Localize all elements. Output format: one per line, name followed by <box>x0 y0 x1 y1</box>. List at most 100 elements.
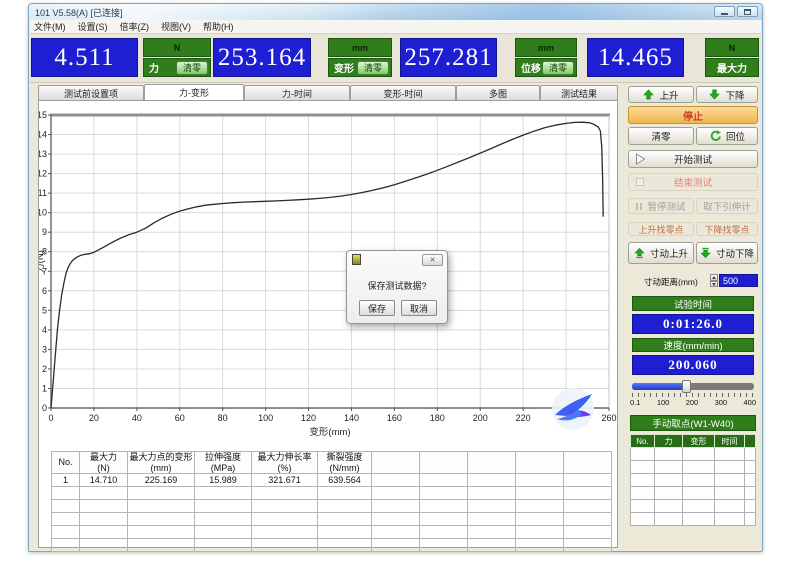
readout-toolbar: 4.511 N 力 清零 253.164 mm 变形 清零 257.281 mm… <box>30 34 761 83</box>
dialog-app-icon <box>352 254 361 265</box>
displacement-readout: 257.281 <box>400 38 497 77</box>
stop-button[interactable]: 停止 <box>628 106 758 124</box>
col-tensile-strength: 拉伸强度(MPa) <box>195 452 252 474</box>
end-test-button[interactable]: 结束测试 <box>628 173 758 191</box>
tabstrip: 测试前设置项 力-变形 力-时间 变形-时间 多图 测试结果 <box>38 84 618 100</box>
maximize-button[interactable] <box>737 6 758 17</box>
menu-view[interactable]: 视图(V) <box>161 20 191 33</box>
results-table: No. 最大力(N) 最大力点的变形(mm) 拉伸强度(MPa) 最大力伸长率(… <box>51 451 612 552</box>
svg-text:4: 4 <box>42 325 47 335</box>
jog-distance-stepper[interactable] <box>710 274 718 287</box>
max-force-label: 最大力 <box>717 60 747 75</box>
svg-text:20: 20 <box>89 413 99 423</box>
tab-test-results[interactable]: 测试结果 <box>540 85 618 100</box>
displacement-unit-box: mm 位移 清零 <box>515 38 577 77</box>
window-controls <box>714 6 758 17</box>
speed-slider[interactable] <box>632 383 754 390</box>
zero-button[interactable]: 清零 <box>628 127 694 145</box>
return-button[interactable]: 回位 <box>696 127 758 145</box>
jog-up-button[interactable]: 寸动上升 <box>628 242 694 264</box>
up-button[interactable]: 上升 <box>628 86 694 103</box>
empty-row <box>631 500 756 513</box>
dialog-close-button[interactable]: ✕ <box>422 254 443 266</box>
jog-distance-input[interactable]: 500 <box>719 274 758 287</box>
up-find-zero-button[interactable]: 上升找零点 <box>628 222 694 236</box>
down-arrow-icon <box>709 89 720 100</box>
svg-text:14: 14 <box>39 130 47 140</box>
result-row[interactable]: 1 14.710 225.169 15.989 321.671 639.564 <box>52 474 612 487</box>
slider-thumb[interactable] <box>682 380 691 393</box>
mini-col-force: 力 <box>655 435 683 448</box>
control-panel: 上升 下降 停止 清零 回位 开始测试 结束测试 暂停测试 取下引伸计 <box>622 84 762 548</box>
menu-help[interactable]: 帮助(H) <box>203 20 234 33</box>
svg-text:12: 12 <box>39 169 47 179</box>
menu-ratio[interactable]: 倍率(Z) <box>120 20 150 33</box>
tab-force-deformation[interactable]: 力-变形 <box>144 84 244 100</box>
minimize-button[interactable] <box>714 6 735 17</box>
force-deformation-chart: 0204060801001201401601802002202402600123… <box>39 101 617 447</box>
svg-text:5: 5 <box>42 305 47 315</box>
jog-down-button[interactable]: 寸动下降 <box>696 242 758 264</box>
empty-row <box>52 513 612 526</box>
svg-text:100: 100 <box>258 413 273 423</box>
col-max-force: 最大力(N) <box>80 452 128 474</box>
dialog-save-button[interactable]: 保存 <box>359 300 395 316</box>
results-header-row: No. 最大力(N) 最大力点的变形(mm) 拉伸强度(MPa) 最大力伸长率(… <box>52 452 612 474</box>
down-find-zero-button[interactable]: 下降找零点 <box>696 222 758 236</box>
svg-text:1: 1 <box>42 383 47 393</box>
svg-text:力(N): 力(N) <box>39 250 46 273</box>
max-force-readout: 14.465 <box>587 38 684 77</box>
col-tear-strength: 撕裂强度(N/mm) <box>318 452 372 474</box>
svg-text:6: 6 <box>42 286 47 296</box>
tab-multi-chart[interactable]: 多图 <box>456 85 540 100</box>
titlebar: 101 V5.58(A) [已连接] <box>29 4 762 20</box>
up-arrow-icon <box>643 89 654 100</box>
svg-text:0: 0 <box>42 403 47 413</box>
force-deformation-page: 0204060801001201401601802002202402600123… <box>38 100 618 548</box>
deformation-label: 变形 <box>334 60 354 75</box>
svg-text:15: 15 <box>39 110 47 120</box>
deformation-unit-box: mm 变形 清零 <box>328 38 392 77</box>
force-unit-box: N 力 清零 <box>143 38 211 77</box>
jog-down-icon <box>700 247 711 259</box>
deformation-unit: mm <box>328 38 392 57</box>
window-title: 101 V5.58(A) [已连接] <box>35 6 123 19</box>
deformation-readout: 253.164 <box>213 38 311 77</box>
down-button[interactable]: 下降 <box>696 86 758 103</box>
play-icon <box>635 153 646 165</box>
svg-text:2: 2 <box>42 364 47 374</box>
displacement-zero-button[interactable]: 清零 <box>542 61 574 75</box>
force-unit: N <box>143 38 211 57</box>
menu-settings[interactable]: 设置(S) <box>78 20 108 33</box>
speed-value: 200.060 <box>632 355 754 375</box>
max-force-unit: N <box>705 38 759 57</box>
empty-row <box>631 513 756 526</box>
tab-test-settings[interactable]: 测试前设置项 <box>38 85 144 100</box>
svg-text:180: 180 <box>430 413 445 423</box>
tab-deformation-time[interactable]: 变形-时间 <box>350 85 456 100</box>
test-time-header: 试验时间 <box>632 296 754 311</box>
svg-text:160: 160 <box>387 413 402 423</box>
force-zero-button[interactable]: 清零 <box>176 61 208 75</box>
pause-test-button[interactable]: 暂停测试 <box>628 198 694 214</box>
return-icon <box>709 130 721 142</box>
deformation-zero-button[interactable]: 清零 <box>357 61 389 75</box>
slider-fill <box>632 383 684 390</box>
empty-row <box>631 487 756 500</box>
menu-file[interactable]: 文件(M) <box>34 20 66 33</box>
tab-force-time[interactable]: 力-时间 <box>244 85 350 100</box>
remove-extensometer-button[interactable]: 取下引伸计 <box>696 198 758 214</box>
start-test-button[interactable]: 开始测试 <box>628 150 758 168</box>
maximize-icon <box>744 9 751 15</box>
dialog-cancel-button[interactable]: 取消 <box>401 300 437 316</box>
svg-text:9: 9 <box>42 227 47 237</box>
svg-text:80: 80 <box>218 413 228 423</box>
mini-col-deformation: 变形 <box>683 435 715 448</box>
pause-icon <box>636 203 642 210</box>
mini-col-time: 时间 <box>715 435 745 448</box>
force-readout: 4.511 <box>31 38 138 77</box>
force-label: 力 <box>149 60 159 75</box>
screenshot-root: 101 V5.58(A) [已连接] 文件(M) 设置(S) 倍率(Z) 视图(… <box>0 0 790 567</box>
save-dialog: ✕ 保存测试数据? 保存 取消 <box>346 250 448 324</box>
svg-text:260: 260 <box>601 413 616 423</box>
